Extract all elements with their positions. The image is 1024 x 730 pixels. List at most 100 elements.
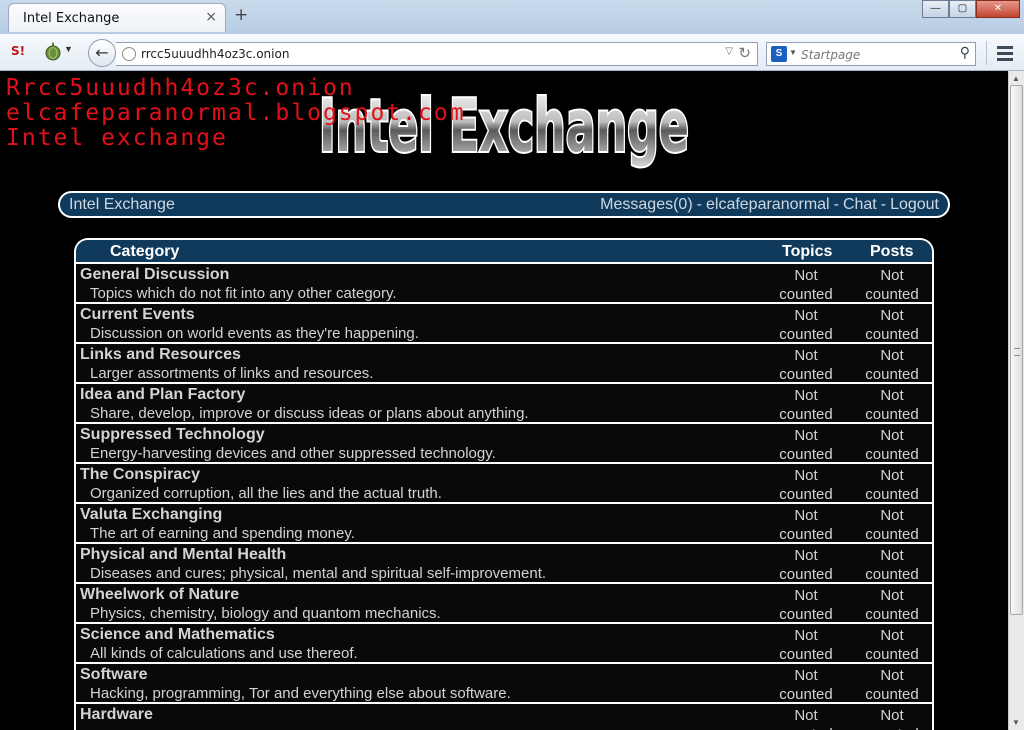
category-description: The art of earning and spending money. [90,525,355,542]
search-input[interactable]: Startpage [801,48,860,62]
category-description: Larger assortments of links and resource… [90,365,374,382]
category-link[interactable]: General Discussion [80,266,229,284]
category-link[interactable]: Software [80,666,148,684]
posts-count: Not counted [865,427,919,463]
watermark-line-2: elcafeparanormal.blogspot.com [6,100,466,126]
watermark-line-1: Rrcc5uuudhh4oz3c.onion [6,75,355,101]
topics-count: Not counted [779,627,833,663]
category-link[interactable]: Valuta Exchanging [80,506,222,524]
category-link[interactable]: The Conspiracy [80,466,200,484]
logout-link[interactable]: Logout [890,196,939,213]
category-link[interactable]: Suppressed Technology [80,426,265,444]
topics-count: Not counted [779,467,833,503]
posts-count: Not counted [865,627,919,663]
scroll-down-icon[interactable]: ▼ [1012,718,1020,727]
site-header-bar: Intel Exchange Messages(0) - elcafeparanor… [58,191,950,218]
reload-icon[interactable]: ↻ [738,44,751,62]
posts-count: Not counted [865,707,918,730]
category-description: All kinds of calculations and use thereo… [90,645,358,662]
category-description: Organized corruption, all the lies and t… [90,485,442,502]
tab-close-icon[interactable]: × [205,9,217,25]
category-link[interactable]: Current Events [80,306,195,324]
posts-count: Not counted [865,307,919,343]
url-dropdown-icon[interactable]: ▽ [725,46,733,57]
site-logo: Intel Exchange [317,82,691,170]
table-row: Software Hacking, programming, Tor and ev… [76,664,932,704]
close-window-icon[interactable]: ✕ [976,0,1020,18]
scroll-thumb[interactable] [1010,85,1023,615]
table-row: Idea and Plan Factory Share, develop, imp… [76,384,932,424]
chat-link[interactable]: Chat [843,196,877,213]
vertical-scrollbar[interactable]: ▲ ▼ [1008,71,1024,730]
posts-count: Not counted [865,507,919,543]
posts-count: Not counted [865,467,919,503]
category-table: Category Topics Posts General Discussion… [74,238,934,730]
watermark-line-3: Intel exchange [6,125,228,151]
navigation-toolbar: S! ▼ ← rrcc5uuudhh4oz3c.onion ▽ ↻ S ▼ St… [0,34,1024,71]
topics-count: Not counted [779,507,833,543]
topics-count: Not counted [779,267,833,303]
category-link[interactable]: Science and Mathematics [80,626,275,644]
topics-count: Not counted [779,307,833,343]
page-viewport: Rrcc5uuudhh4oz3c.onion elcafeparanormal.… [0,71,1008,730]
tab-bar: Intel Exchange × + — ▢ ✕ [0,0,1024,34]
topics-count: Not counted [779,427,833,463]
category-link[interactable]: Hardware [80,706,153,724]
maximize-icon[interactable]: ▢ [949,0,976,18]
posts-count: Not counted [865,387,919,423]
posts-count: Not counted [865,667,919,703]
link-separator: - [833,196,839,213]
posts-count: Not counted [865,267,919,303]
topics-count: Not counted [779,667,833,703]
url-bar[interactable]: rrcc5uuudhh4oz3c.onion ▽ ↻ [116,42,758,66]
category-description: Hacking, programming, Tor and everything… [90,685,511,702]
posts-count: Not counted [865,547,919,583]
username-link[interactable]: elcafeparanormal [706,196,830,213]
table-row: Valuta Exchanging The art of earning and … [76,504,932,544]
browser-tab[interactable]: Intel Exchange × [8,3,226,32]
new-tab-icon[interactable]: + [234,5,248,25]
messages-link[interactable]: Messages(0) [600,196,692,213]
posts-count: Not counted [865,587,919,623]
column-header-topics: Topics [782,243,833,260]
hamburger-menu-icon[interactable] [986,41,1020,65]
s-addon-icon[interactable]: S! [11,44,25,58]
table-row: Current Events Discussion on world events… [76,304,932,344]
table-row: Physical and Mental Health Diseases and c… [76,544,932,584]
url-text[interactable]: rrcc5uuudhh4oz3c.onion [141,47,289,61]
logo-text: Intel Exchange [319,84,689,168]
startpage-engine-icon[interactable]: S [771,46,787,62]
category-description: Topics which do not fit into any other c… [90,285,397,302]
category-description: Diseases and cures; physical, mental and… [90,565,547,582]
table-row: The Conspiracy Organized corruption, all … [76,464,932,504]
category-description: Physics, chemistry, biology and quantom … [90,605,441,622]
category-link[interactable]: Idea and Plan Factory [80,386,245,404]
table-row: Wheelwork of Nature Physics, chemistry, b… [76,584,932,624]
site-title-link[interactable]: Intel Exchange [69,196,175,214]
category-link[interactable]: Wheelwork of Nature [80,586,239,604]
search-engine-dropdown-icon[interactable]: ▼ [789,48,797,57]
tab-title: Intel Exchange [23,11,120,26]
topics-count: Not counted [779,587,833,623]
topics-count: Not counted [779,547,833,583]
back-arrow-icon[interactable]: ← [88,39,116,67]
onion-dropdown-icon[interactable]: ▼ [64,44,73,54]
category-link[interactable]: Links and Resources [80,346,241,364]
search-bar[interactable]: S ▼ Startpage ⚲ [766,42,976,66]
scroll-up-icon[interactable]: ▲ [1012,74,1020,83]
category-rows: General Discussion Topics which do not fi… [76,264,932,730]
category-description: Share, develop, improve or discuss ideas… [90,405,529,422]
category-link[interactable]: Physical and Mental Health [80,546,286,564]
minimize-icon[interactable]: — [922,0,949,18]
topics-count: Not counted [779,387,833,423]
category-table-header: Category Topics Posts [76,240,932,264]
globe-icon [122,47,136,61]
onion-icon[interactable] [44,41,62,61]
posts-count: Not counted [865,347,919,383]
column-header-posts: Posts [870,243,914,260]
topics-count: Not counted [779,707,832,730]
table-row: Science and Mathematics All kinds of calc… [76,624,932,664]
search-icon[interactable]: ⚲ [960,45,970,61]
table-row: Suppressed Technology Energy-harvesting d… [76,424,932,464]
link-separator: - [880,196,887,213]
